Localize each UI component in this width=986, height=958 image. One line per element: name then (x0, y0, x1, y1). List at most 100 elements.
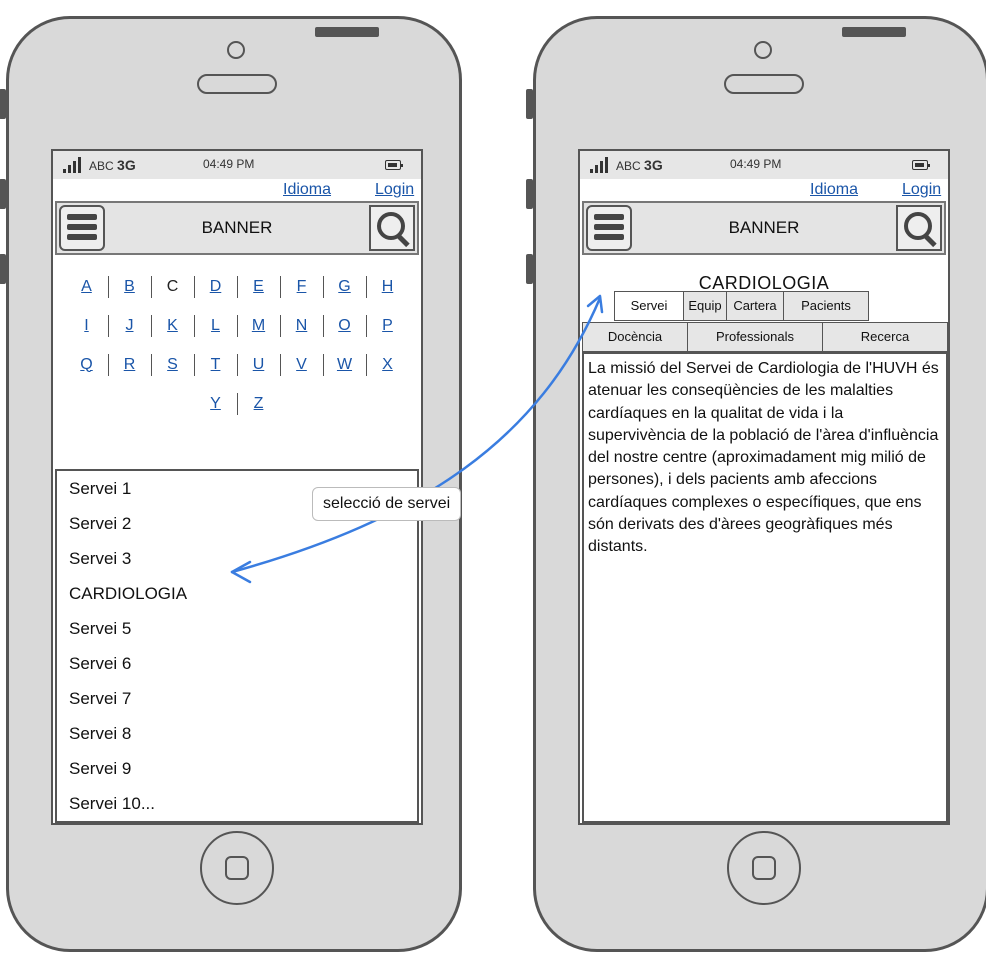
volume-down-button (0, 254, 6, 284)
service-list-item[interactable]: Servei 7 (57, 684, 417, 719)
alphabet-letter[interactable]: E (245, 278, 273, 296)
alphabet-separator (107, 353, 109, 376)
signal-icon (63, 157, 81, 173)
tab[interactable]: Docència (582, 322, 688, 352)
annotation-callout: selecció de servei (312, 487, 462, 521)
status-time: 04:49 PM (730, 157, 782, 171)
alphabet-separator (236, 353, 238, 376)
home-square-icon (225, 856, 249, 880)
alphabet-letter[interactable]: O (331, 317, 359, 335)
alphabet-separator (107, 275, 109, 298)
tabs-row-2: Docència Professionals Recerca (582, 322, 948, 352)
camera-icon (227, 41, 245, 59)
alphabet-letter[interactable]: A (73, 278, 101, 296)
banner-title: BANNER (201, 218, 273, 237)
alphabet-separator (193, 275, 195, 298)
service-list: Servei 1 Servei 2 Servei 3 CARDIOLOGIA Serve… (55, 469, 419, 823)
alphabet-letter[interactable]: D (202, 278, 230, 296)
alphabet-letter[interactable]: H (374, 278, 402, 296)
home-button[interactable] (200, 831, 274, 905)
alphabet-letter[interactable]: Z (245, 395, 273, 413)
signal-icon (590, 157, 608, 173)
power-button (315, 27, 379, 37)
alphabet-row: IJKLMNOP (53, 306, 421, 345)
search-icon[interactable] (896, 205, 942, 251)
idioma-link[interactable]: Idioma (283, 181, 331, 199)
volume-up-button (0, 179, 6, 209)
camera-icon (754, 41, 772, 59)
idioma-link[interactable]: Idioma (810, 181, 858, 199)
service-list-item[interactable]: Servei 6 (57, 649, 417, 684)
carrier-label: ABC 3G (616, 157, 663, 173)
service-list-item[interactable]: Servei 8 (57, 719, 417, 754)
hamburger-menu-icon[interactable] (586, 205, 632, 251)
alphabet-letter[interactable]: M (245, 317, 273, 335)
alphabet-letter[interactable]: X (374, 356, 402, 374)
login-link[interactable]: Login (375, 181, 414, 199)
status-bar: ABC 3G 04:49 PM (580, 151, 948, 179)
service-list-item[interactable]: Servei 10... (57, 789, 417, 823)
tab[interactable]: Cartera (726, 291, 784, 321)
status-bar: ABC 3G 04:49 PM (53, 151, 421, 179)
alphabet-separator (279, 353, 281, 376)
alphabet-separator (236, 275, 238, 298)
alphabet-letter[interactable]: C (159, 278, 187, 296)
alphabet-letter[interactable]: Q (73, 356, 101, 374)
alphabet-letter[interactable]: U (245, 356, 273, 374)
alphabet-row: QRSTUVWX (53, 345, 421, 384)
speaker-grille (724, 74, 804, 94)
alphabet-separator (150, 353, 152, 376)
search-icon[interactable] (369, 205, 415, 251)
alphabet-separator (150, 275, 152, 298)
alphabet-letter[interactable]: R (116, 356, 144, 374)
alphabet-separator (322, 314, 324, 337)
alphabet-letter[interactable]: G (331, 278, 359, 296)
tab[interactable]: Professionals (687, 322, 823, 352)
alphabet-letter[interactable]: B (116, 278, 144, 296)
alphabet-letter[interactable]: P (374, 317, 402, 335)
volume-down-button (526, 254, 533, 284)
alphabet-letter[interactable]: T (202, 356, 230, 374)
top-links: Idioma Login (580, 179, 948, 201)
status-time: 04:49 PM (203, 157, 255, 171)
home-square-icon (752, 856, 776, 880)
alphabet-separator (236, 392, 238, 415)
alphabet-separator (193, 314, 195, 337)
alphabet-letter[interactable]: J (116, 317, 144, 335)
carrier-label: ABC 3G (89, 157, 136, 173)
service-list-item[interactable]: Servei 9 (57, 754, 417, 789)
tab[interactable]: Servei (614, 291, 684, 321)
login-link[interactable]: Login (902, 181, 941, 199)
alphabet-letter[interactable]: L (202, 317, 230, 335)
alphabet-letter[interactable]: V (288, 356, 316, 374)
alphabet-separator (279, 275, 281, 298)
service-list-item[interactable]: CARDIOLOGIA (57, 579, 417, 614)
right-screen: ABC 3G 04:49 PM Idioma Login BANNER CARD… (578, 149, 950, 825)
service-list-item[interactable]: Servei 3 (57, 544, 417, 579)
alphabet-separator (365, 275, 367, 298)
service-description-text: La missió del Servei de Cardiologia de l… (588, 360, 939, 556)
alphabet-letter[interactable]: S (159, 356, 187, 374)
alphabet-letter[interactable]: K (159, 317, 187, 335)
tab[interactable]: Equip (683, 291, 727, 321)
hamburger-menu-icon[interactable] (59, 205, 105, 251)
speaker-grille (197, 74, 277, 94)
tab[interactable]: Pacients (783, 291, 869, 321)
home-button[interactable] (727, 831, 801, 905)
alphabet-separator (322, 275, 324, 298)
alphabet-letter[interactable]: I (73, 317, 101, 335)
battery-icon (385, 160, 403, 170)
header-bar: BANNER (55, 201, 419, 255)
battery-icon (912, 160, 930, 170)
alphabet-letter[interactable]: W (331, 356, 359, 374)
volume-up-button (526, 179, 533, 209)
alphabet-separator (365, 314, 367, 337)
service-description: La missió del Servei de Cardiologia de l… (582, 352, 948, 823)
service-list-item[interactable]: Servei 5 (57, 614, 417, 649)
alphabet-letter[interactable]: N (288, 317, 316, 335)
alphabet-letter[interactable]: Y (202, 395, 230, 413)
power-button (842, 27, 906, 37)
alphabet-separator (279, 314, 281, 337)
tab[interactable]: Recerca (822, 322, 948, 352)
alphabet-letter[interactable]: F (288, 278, 316, 296)
